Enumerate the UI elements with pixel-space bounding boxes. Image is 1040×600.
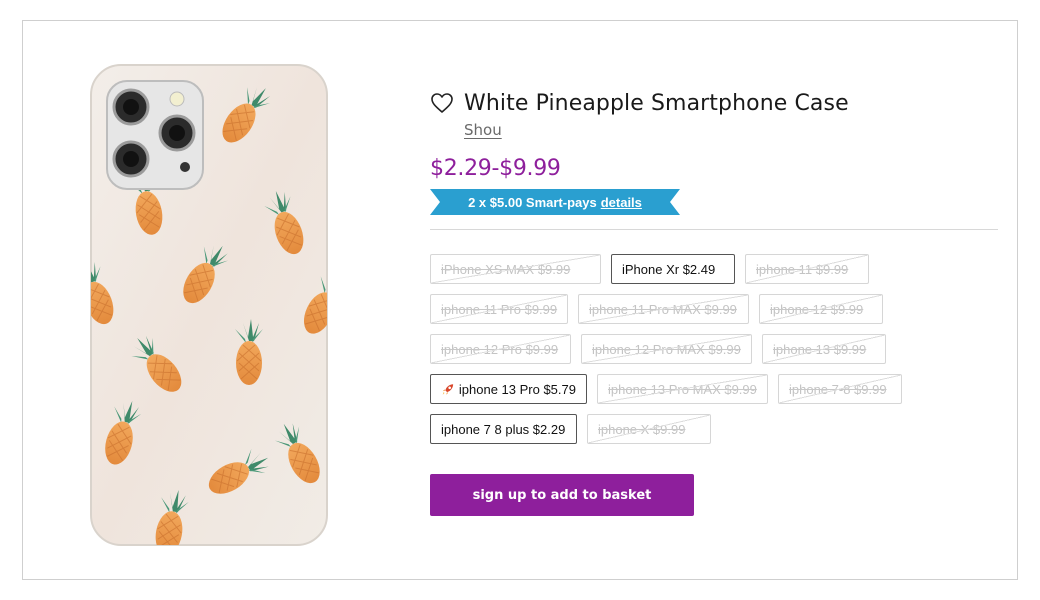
variant-label: iphone 13 $9.99 (773, 341, 867, 357)
variant-option[interactable]: iphone X $9.99 (587, 414, 711, 444)
price-range: $2.29-$9.99 (430, 156, 561, 181)
variant-label: iphone 11 $9.99 (756, 261, 849, 277)
product-info: White Pineapple Smartphone Case Shou $2.… (430, 89, 1000, 516)
variant-label: iphone 13 Pro $5.79 (458, 381, 576, 397)
variant-option[interactable]: iphone 11 Pro MAX $9.99 (578, 294, 749, 324)
variant-label: iphone 12 Pro MAX $9.99 (592, 341, 741, 357)
title-row: White Pineapple Smartphone Case (430, 89, 1000, 117)
variant-label: iphone 7-8 $9.99 (789, 381, 887, 397)
variant-label: iPhone XS MAX $9.99 (441, 261, 571, 277)
variant-option[interactable]: iphone 13 Pro MAX $9.99 (597, 374, 768, 404)
variant-option[interactable]: iphone 12 Pro MAX $9.99 (581, 334, 752, 364)
variant-option[interactable]: iphone 13 Pro $5.79 (430, 374, 587, 404)
heart-outline-icon[interactable] (430, 92, 454, 114)
smartpay-text: 2 x $5.00 Smart-pays (468, 194, 597, 210)
product-title: White Pineapple Smartphone Case (464, 90, 849, 116)
variant-option[interactable]: iphone 11 Pro $9.99 (430, 294, 568, 324)
divider (430, 229, 998, 230)
variant-label: iPhone Xr $2.49 (622, 261, 716, 277)
variant-option[interactable]: iphone 11 $9.99 (745, 254, 869, 284)
variant-label: iphone 12 $9.99 (770, 301, 864, 317)
variant-label: iphone 13 Pro MAX $9.99 (608, 381, 757, 397)
variant-label: iphone 7 8 plus $2.29 (441, 421, 566, 437)
add-to-basket-button[interactable]: sign up to add to basket (430, 474, 694, 516)
product-image[interactable] (89, 63, 329, 547)
product-card: White Pineapple Smartphone Case Shou $2.… (22, 20, 1018, 580)
variant-option[interactable]: iPhone Xr $2.49 (611, 254, 735, 284)
vendor-link[interactable]: Shou (464, 121, 502, 139)
smartpay-banner: 2 x $5.00 Smart-pays details (430, 189, 680, 215)
variant-label: iphone 11 Pro $9.99 (441, 301, 558, 317)
smartpay-details-link[interactable]: details (601, 195, 642, 210)
variant-option[interactable]: iphone 12 Pro $9.99 (430, 334, 571, 364)
variant-option[interactable]: iphone 13 $9.99 (762, 334, 886, 364)
variant-label: iphone 11 Pro MAX $9.99 (589, 301, 737, 317)
variant-option[interactable]: iphone 7-8 $9.99 (778, 374, 902, 404)
variant-label: iphone 12 Pro $9.99 (441, 341, 559, 357)
variant-option[interactable]: iphone 7 8 plus $2.29 (430, 414, 577, 444)
variant-option[interactable]: iphone 12 $9.99 (759, 294, 883, 324)
phone-case-image (90, 64, 328, 546)
variant-options: iPhone XS MAX $9.99 iPhone Xr $2.49 iphone… (430, 254, 1005, 444)
rocket-icon (442, 383, 454, 395)
variant-option[interactable]: iPhone XS MAX $9.99 (430, 254, 601, 284)
variant-label: iphone X $9.99 (598, 421, 686, 437)
